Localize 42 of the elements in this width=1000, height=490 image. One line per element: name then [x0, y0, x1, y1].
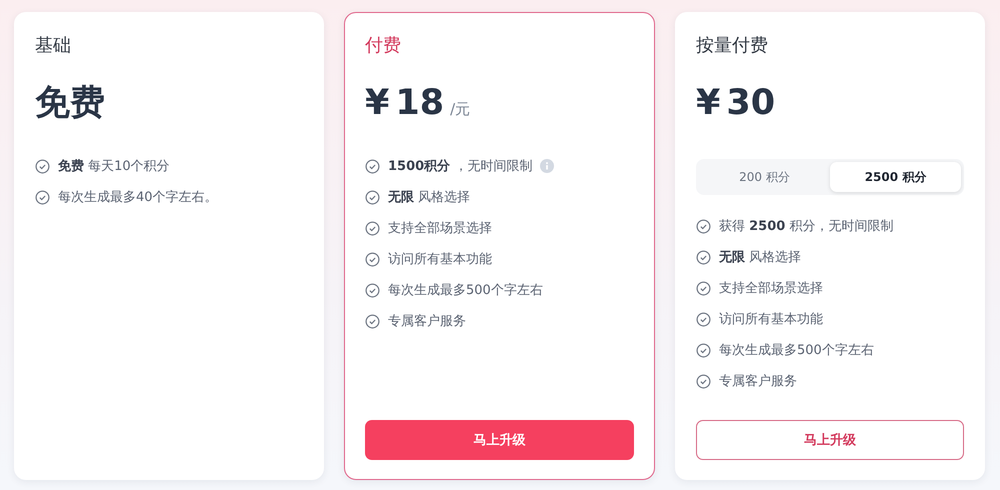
check-circle-icon — [696, 250, 711, 264]
upgrade-button[interactable]: 马上升级 — [365, 420, 634, 460]
feature-text: 获得 2500 积分，无时间限制 — [719, 218, 894, 235]
feature-text: 每次生成最多40个字左右。 — [58, 189, 218, 206]
feature-text: 访问所有基本功能 — [388, 251, 492, 268]
check-circle-icon — [696, 218, 711, 234]
upgrade-button[interactable]: 马上升级 — [696, 420, 964, 460]
price-amount: 免费 — [35, 83, 105, 123]
currency-symbol: ¥ — [365, 83, 390, 123]
check-circle-icon — [365, 252, 380, 266]
check-circle-icon — [365, 220, 380, 236]
feature-text: 访问所有基本功能 — [719, 311, 823, 328]
feature-text: 专属客户服务 — [719, 373, 797, 390]
price-amount: 18 — [395, 83, 444, 123]
check-circle-icon — [365, 190, 380, 204]
check-circle-icon — [696, 280, 711, 296]
plan-title: 付费 — [365, 35, 401, 57]
info-icon[interactable] — [540, 159, 554, 173]
feature-text: 每次生成最多500个字左右 — [388, 282, 543, 299]
plan-title: 按量付费 — [696, 35, 768, 57]
price-amount: 30 — [726, 83, 776, 123]
check-circle-icon — [696, 312, 711, 326]
price-unit: /元 — [450, 100, 470, 119]
check-circle-icon — [696, 374, 711, 388]
feature-text: 1500积分 ，无时间限制 — [388, 158, 532, 175]
check-circle-icon — [696, 342, 711, 358]
check-circle-icon — [35, 190, 50, 204]
feature-text: 支持全部场景选择 — [388, 220, 492, 237]
feature-text: 无限 风格选择 — [719, 249, 802, 266]
credit-option[interactable]: 2500 积分 — [830, 162, 961, 192]
feature-text: 无限 风格选择 — [388, 189, 470, 206]
feature-text: 免费 每天10个积分 — [58, 158, 170, 175]
feature-text: 每次生成最多500个字左右 — [719, 342, 874, 359]
credit-option[interactable]: 200 积分 — [699, 162, 830, 192]
check-circle-icon — [365, 282, 380, 298]
plan-title: 基础 — [35, 35, 71, 57]
currency-symbol: ¥ — [696, 83, 720, 123]
feature-text: 专属客户服务 — [388, 313, 466, 330]
check-circle-icon — [365, 314, 380, 328]
check-circle-icon — [35, 158, 50, 174]
feature-text: 支持全部场景选择 — [719, 280, 823, 297]
check-circle-icon — [365, 158, 380, 174]
